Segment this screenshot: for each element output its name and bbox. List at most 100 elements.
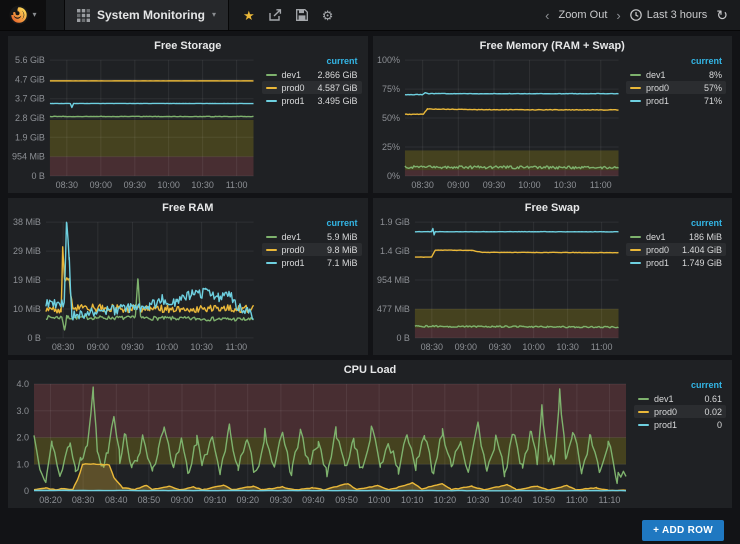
legend-row: prod1 71% (626, 94, 726, 107)
chart-free-swap[interactable]: 0 B 477 MiB 954 MiB 1.4 GiB 1.9 GiB 08:30 09:0… (373, 214, 627, 353)
legend-row: prod0 1.404 GiB (626, 243, 726, 256)
chart-free-ram[interactable]: 0 B 10 MiB 19 MiB 29 MiB 38 MiB 08:30 09:00 09:… (8, 214, 262, 353)
settings-gear-icon[interactable]: ⚙ (322, 9, 334, 22)
legend-series-name[interactable]: prod1 (646, 96, 704, 106)
svg-text:0: 0 (24, 486, 29, 496)
svg-text:09:00: 09:00 (87, 342, 109, 352)
svg-text:10:00: 10:00 (156, 342, 178, 352)
add-row-button[interactable]: + ADD ROW (642, 520, 724, 541)
svg-text:10 MiB: 10 MiB (13, 304, 41, 314)
legend-series-name[interactable]: dev1 (654, 394, 704, 404)
svg-text:5.6 GiB: 5.6 GiB (15, 55, 45, 65)
legend-color-dash-icon[interactable] (638, 410, 649, 413)
pan-left-chevron-icon[interactable]: ‹ (545, 9, 549, 22)
share-icon[interactable] (268, 9, 282, 21)
svg-text:10:30: 10:30 (190, 342, 212, 352)
legend-series-name[interactable]: prod0 (282, 83, 318, 93)
svg-text:10:00: 10:00 (368, 495, 391, 505)
legend-color-dash-icon[interactable] (630, 99, 641, 102)
legend-series-name[interactable]: prod1 (282, 258, 327, 268)
svg-text:954 MiB: 954 MiB (12, 152, 45, 162)
legend-color-dash-icon[interactable] (630, 261, 641, 264)
legend-color-dash-icon[interactable] (265, 248, 277, 251)
legend-header-current[interactable]: current (626, 218, 726, 230)
panel-title[interactable]: Free RAM (8, 198, 368, 214)
legend-series-name[interactable]: prod0 (646, 83, 704, 93)
legend-color-dash-icon[interactable] (265, 235, 277, 238)
legend-series-name[interactable]: prod1 (654, 420, 717, 430)
dashboard-grid-icon (77, 8, 90, 22)
dashboard-toolbar: ★ ⚙ (229, 0, 347, 30)
legend-series-name[interactable]: prod1 (646, 258, 682, 268)
chart-free-memory[interactable]: 0% 25% 50% 75% 100% 08:30 09:00 09:30 10:00 10:30… (373, 52, 627, 191)
svg-text:0 B: 0 B (31, 171, 44, 181)
legend-current-value: 5.9 MiB (326, 231, 358, 242)
time-range-label: Last 3 hours (646, 9, 708, 21)
svg-text:10:00: 10:00 (157, 180, 179, 190)
svg-text:10:10: 10:10 (401, 495, 424, 505)
svg-text:08:30: 08:30 (72, 495, 95, 505)
chart-cpu-load[interactable]: 0 1.0 2.0 3.0 4.0 08:20 08:30 08:40 08:50 09:00 09… (8, 376, 634, 506)
legend-row: prod1 3.495 GiB (262, 94, 362, 107)
svg-text:1.0: 1.0 (16, 459, 29, 469)
svg-text:50%: 50% (381, 113, 399, 123)
legend-color-dash-icon[interactable] (630, 73, 641, 76)
panel-title[interactable]: Free Memory (RAM + Swap) (373, 36, 733, 52)
legend-current-value: 8% (708, 69, 722, 80)
svg-text:11:00: 11:00 (566, 495, 588, 505)
save-icon[interactable] (295, 9, 308, 21)
svg-text:08:40: 08:40 (105, 495, 128, 505)
grafana-logo[interactable]: ▾ (0, 0, 46, 30)
svg-text:08:30: 08:30 (56, 180, 78, 190)
legend-series-name[interactable]: dev1 (646, 232, 689, 242)
legend-header-current[interactable]: current (262, 56, 362, 68)
legend-header-current[interactable]: current (262, 218, 362, 230)
legend-current-value: 1.404 GiB (681, 244, 722, 255)
svg-text:09:00: 09:00 (171, 495, 194, 505)
legend-color-dash-icon[interactable] (265, 86, 277, 89)
svg-text:4.0: 4.0 (16, 379, 29, 389)
legend-free-memory: current dev1 8% prod0 57% prod1 71% (626, 52, 730, 191)
legend-color-dash-icon[interactable] (630, 235, 641, 238)
legend-header-current[interactable]: current (626, 56, 726, 68)
legend-series-name[interactable]: prod0 (646, 245, 682, 255)
legend-color-dash-icon[interactable] (630, 248, 641, 251)
legend-current-value: 3.495 GiB (317, 95, 358, 106)
legend-color-dash-icon[interactable] (630, 86, 641, 89)
svg-text:09:00: 09:00 (454, 342, 476, 352)
legend-series-name[interactable]: prod0 (654, 407, 704, 417)
legend-row: prod1 7.1 MiB (262, 256, 362, 269)
panel-title[interactable]: CPU Load (8, 360, 732, 376)
legend-header-current[interactable]: current (634, 380, 726, 392)
legend-color-dash-icon[interactable] (638, 397, 649, 400)
svg-text:10:30: 10:30 (553, 180, 575, 190)
zoom-out-button[interactable]: Zoom Out (558, 9, 607, 21)
legend-color-dash-icon[interactable] (638, 423, 649, 426)
legend-series-name[interactable]: dev1 (282, 232, 327, 242)
legend-color-dash-icon[interactable] (265, 99, 277, 102)
svg-text:11:00: 11:00 (589, 180, 611, 190)
legend-color-dash-icon[interactable] (265, 73, 277, 76)
panel-title[interactable]: Free Storage (8, 36, 368, 52)
legend-color-dash-icon[interactable] (265, 261, 277, 264)
legend-series-name[interactable]: dev1 (646, 70, 709, 80)
legend-series-name[interactable]: dev1 (282, 70, 318, 80)
legend-series-name[interactable]: prod0 (282, 245, 327, 255)
svg-text:09:30: 09:30 (270, 495, 293, 505)
svg-text:0 B: 0 B (396, 333, 409, 343)
panel-free-swap: Free Swap 0 B 477 MiB 954 MiB 1.4 GiB 1.9 Gi… (372, 198, 733, 355)
pan-right-chevron-icon[interactable]: › (616, 9, 620, 22)
svg-text:1.9 GiB: 1.9 GiB (15, 132, 45, 142)
svg-text:09:30: 09:30 (121, 342, 143, 352)
panel-title[interactable]: Free Swap (373, 198, 733, 214)
legend-current-value: 57% (703, 82, 722, 93)
chart-free-storage[interactable]: 0 B 954 MiB 1.9 GiB 2.8 GiB 3.7 GiB 4.7 GiB 5.… (8, 52, 262, 191)
svg-text:29 MiB: 29 MiB (13, 246, 41, 256)
refresh-icon[interactable]: ↻ (716, 8, 728, 22)
dashboard-title-dropdown[interactable]: System Monitoring ▾ (64, 0, 230, 30)
legend-series-name[interactable]: prod1 (282, 96, 318, 106)
star-icon[interactable]: ★ (243, 9, 255, 22)
time-picker[interactable]: Last 3 hours (629, 9, 708, 21)
svg-text:10:00: 10:00 (518, 180, 540, 190)
legend-cpu-load: current dev1 0.61 prod0 0.02 prod1 0 (634, 376, 730, 506)
